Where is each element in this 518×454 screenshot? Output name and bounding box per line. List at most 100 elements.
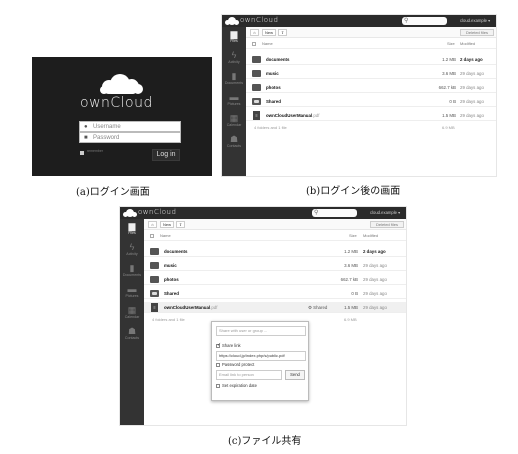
shared-folder-icon — [150, 290, 159, 297]
size-column-header[interactable]: Size — [447, 39, 455, 49]
select-all-checkbox[interactable] — [252, 42, 256, 46]
password-protect-checkbox[interactable]: Password protect — [216, 362, 254, 368]
file-name[interactable]: Shared — [164, 288, 179, 299]
file-modified: 29 days ago — [363, 263, 387, 268]
checkbox-checked-icon — [216, 342, 221, 348]
send-button[interactable]: Send — [285, 370, 305, 380]
folder-icon — [252, 56, 261, 63]
new-button[interactable]: New — [160, 221, 174, 228]
home-button[interactable]: ⌂ — [250, 29, 259, 36]
name-column-header[interactable]: Name — [160, 231, 171, 241]
search-input[interactable]: ⚲ — [312, 209, 357, 217]
name-column-header[interactable]: Name — [262, 39, 273, 49]
sidebar-item-calendar[interactable]: ▦ Calendar — [120, 305, 144, 320]
file-row-documents[interactable]: documents 1.2 MB 2 days ago — [246, 54, 496, 65]
sidebar-item-activity[interactable]: ϟ Activity — [120, 243, 144, 257]
file-modified: 2 days ago — [363, 249, 386, 254]
top-bar: ownCloud ⚲ cloud.example ▾ — [222, 15, 496, 27]
file-name[interactable]: documents — [164, 246, 187, 257]
share-with-input[interactable]: Share with user or group ... — [216, 326, 306, 336]
user-menu[interactable]: cloud.example ▾ — [460, 17, 490, 25]
bolt-icon: ϟ — [231, 50, 237, 60]
modified-column-header[interactable]: Modified — [460, 39, 475, 49]
file-row-manual[interactable]: ≡ ownCloudUserManual.pdf 1.5 MB 29 days … — [246, 110, 496, 121]
home-button[interactable]: ⌂ — [148, 221, 157, 228]
file-row-documents[interactable]: documents 1.2 MB 2 days ago — [144, 246, 406, 257]
shared-folder-icon — [252, 98, 261, 105]
user-menu[interactable]: cloud.example ▾ — [370, 209, 400, 217]
shared-action[interactable]: ⚙ Shared — [308, 302, 327, 313]
sidebar-item-files[interactable]: ▆ Files — [222, 30, 246, 44]
summary-total: 6.9 MB — [442, 125, 455, 130]
file-row-manual[interactable]: ≡ ownCloudUserManual.pdf ⚙ Shared 1.5 MB… — [144, 302, 406, 313]
share-icon: ⚙ — [308, 305, 312, 310]
file-name[interactable]: ownCloudUserManual.pdf — [164, 302, 217, 313]
upload-button[interactable]: ⇧ — [176, 221, 185, 228]
search-input[interactable]: ⚲ — [402, 17, 447, 25]
home-icon: ⌂ — [151, 222, 154, 227]
select-all-checkbox[interactable] — [150, 234, 154, 238]
sidebar-item-files[interactable]: ▆ Files — [120, 222, 144, 236]
file-row-shared[interactable]: Shared 0 B 29 days ago — [246, 96, 496, 107]
files-app-c: ownCloud ⚲ cloud.example ▾ ▆ Files ϟ Activ… — [119, 206, 407, 426]
file-size: 1.2 MB — [344, 249, 358, 254]
file-row-music[interactable]: music 3.6 MB 29 days ago — [144, 260, 406, 271]
file-row-photos[interactable]: photos 662.7 kB 29 days ago — [246, 82, 496, 93]
search-icon: ⚲ — [404, 18, 409, 24]
file-name[interactable]: photos — [164, 274, 179, 285]
search-icon: ⚲ — [314, 210, 319, 216]
folder-icon — [252, 84, 261, 91]
file-size: 1.5 MB — [344, 305, 358, 310]
modified-column-header[interactable]: Modified — [363, 231, 378, 241]
calendar-icon: ▦ — [127, 305, 137, 315]
sidebar-item-documents[interactable]: ▮ Documents — [222, 72, 246, 86]
folder-icon — [150, 248, 159, 255]
new-button[interactable]: New — [262, 29, 276, 36]
file-size: 0 B — [351, 291, 358, 296]
owncloud-logo-icon — [123, 208, 137, 218]
contacts-icon: ☗ — [229, 134, 239, 144]
file-size: 3.6 MB — [442, 71, 456, 76]
brand-title: ownCloud — [80, 95, 153, 111]
share-link-checkbox[interactable]: Share link — [216, 342, 241, 349]
file-row-music[interactable]: music 3.6 MB 29 days ago — [246, 68, 496, 79]
pdf-icon: ≡ — [253, 111, 260, 120]
remember-checkbox[interactable] — [80, 151, 84, 155]
sidebar-item-pictures[interactable]: ▬ Pictures — [120, 284, 144, 299]
sidebar-item-contacts[interactable]: ☗ Contacts — [222, 134, 246, 149]
image-icon: ▬ — [229, 92, 239, 102]
email-link-input[interactable]: Email link to person — [216, 370, 282, 380]
sidebar-item-pictures[interactable]: ▬ Pictures — [222, 92, 246, 107]
login-button[interactable]: Log in — [152, 149, 180, 161]
file-modified: 29 days ago — [363, 305, 387, 310]
caption-b: (b)ログイン後の画面 — [306, 186, 401, 197]
file-name[interactable]: Shared — [266, 96, 281, 107]
top-bar: ownCloud ⚲ cloud.example ▾ — [120, 207, 406, 219]
sidebar-item-contacts[interactable]: ☗ Contacts — [120, 327, 144, 341]
deleted-files-button[interactable]: Deleted files — [370, 221, 404, 228]
upload-button[interactable]: ⇧ — [278, 29, 287, 36]
checkbox-icon — [216, 383, 220, 388]
username-field[interactable]: ● Username — [79, 121, 181, 132]
file-name[interactable]: ownCloudUserManual.pdf — [266, 110, 319, 121]
expiration-date-checkbox[interactable]: Set expiration date — [216, 383, 257, 389]
sidebar-item-documents[interactable]: ▮ Documents — [120, 264, 144, 278]
sidebar: ▆ Files ϟ Activity ▮ Documents ▬ Pictures ▦ C… — [222, 27, 246, 176]
file-row-photos[interactable]: photos 662.7 kB 29 days ago — [144, 274, 406, 285]
deleted-files-button[interactable]: Deleted files — [460, 29, 494, 36]
upload-icon: ⇧ — [280, 30, 285, 35]
file-row-shared[interactable]: Shared 0 B 29 days ago — [144, 288, 406, 299]
lock-icon: ■ — [84, 135, 88, 141]
file-name[interactable]: music — [164, 260, 177, 271]
file-name[interactable]: music — [266, 68, 279, 79]
size-column-header[interactable]: Size — [349, 231, 357, 241]
password-field[interactable]: ■ Password — [79, 132, 181, 143]
file-modified: 29 days ago — [460, 71, 484, 76]
file-name[interactable]: photos — [266, 82, 281, 93]
share-link-url-field[interactable]: https://cloud.jp/index.php/s/public.pdf — [216, 351, 306, 361]
file-name[interactable]: documents — [266, 54, 289, 65]
sidebar-item-calendar[interactable]: ▦ Calendar — [222, 114, 246, 128]
sidebar-item-activity[interactable]: ϟ Activity — [222, 50, 246, 65]
file-size: 1.2 MB — [442, 57, 456, 62]
image-icon: ▬ — [127, 284, 137, 294]
